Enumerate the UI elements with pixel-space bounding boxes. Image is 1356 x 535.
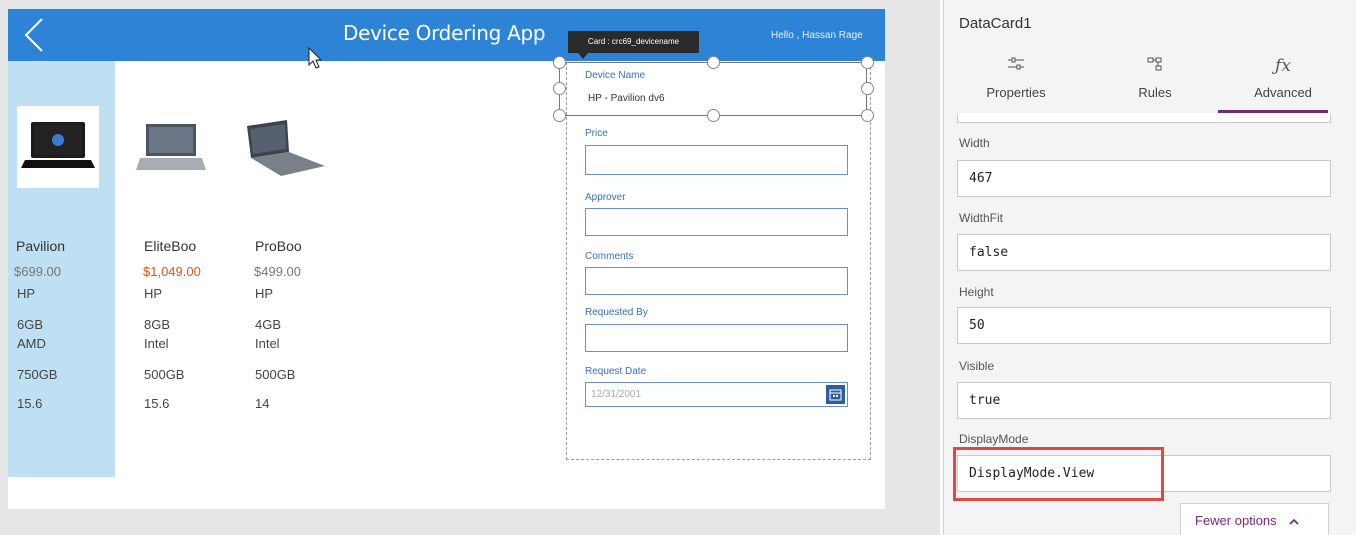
requested-by-label: Requested By <box>585 307 648 318</box>
visible-value-field[interactable]: true <box>957 382 1331 419</box>
canvas-area: Device Ordering App Hello , Hassan Rage … <box>0 0 940 535</box>
product-cpu: Intel <box>255 336 280 351</box>
approver-input[interactable] <box>585 208 848 236</box>
product-price: $699.00 <box>14 264 61 279</box>
approver-label: Approver <box>585 192 626 203</box>
laptop-image <box>17 106 99 188</box>
tab-label: Properties <box>986 85 1046 100</box>
card-tooltip: Card : crc69_devicename <box>568 31 699 53</box>
tab-properties[interactable]: Properties <box>966 52 1066 112</box>
property-label: WidthFit <box>959 211 1004 225</box>
calendar-icon[interactable] <box>826 385 845 404</box>
resize-handle[interactable] <box>553 109 566 122</box>
resize-handle[interactable] <box>553 82 566 95</box>
resize-handle[interactable] <box>861 82 874 95</box>
product-brand: HP <box>17 286 36 301</box>
properties-panel: DataCard1 Properties Rules ƒx Advanced W… <box>943 0 1356 535</box>
product-ram: 8GB <box>144 317 171 332</box>
resize-handle[interactable] <box>861 56 874 69</box>
app-screen: Device Ordering App Hello , Hassan Rage … <box>8 9 885 509</box>
tab-rules[interactable]: Rules <box>1105 52 1205 112</box>
product-brand: HP <box>144 286 163 301</box>
product-cpu: AMD <box>17 336 46 351</box>
product-storage: 750GB <box>17 367 58 382</box>
product-cpu: Intel <box>144 336 169 351</box>
product-price: $1,049.00 <box>143 264 201 279</box>
product-name: EliteBoo <box>144 238 197 254</box>
highlight-box <box>953 447 1164 501</box>
laptop-image <box>241 106 325 188</box>
widthfit-value-field[interactable]: false <box>957 234 1331 271</box>
resize-handle[interactable] <box>861 109 874 122</box>
selected-control-name: DataCard1 <box>959 15 1032 32</box>
height-value-field[interactable]: 50 <box>957 307 1331 344</box>
requested-by-input[interactable] <box>585 324 848 352</box>
product-storage: 500GB <box>255 367 296 382</box>
property-label: Visible <box>959 359 995 373</box>
greeting-text: Hello , Hassan Rage <box>771 30 863 41</box>
product-screen: 15.6 <box>144 396 170 411</box>
comments-input[interactable] <box>585 267 848 295</box>
tab-label: Rules <box>1138 85 1172 100</box>
sliders-icon <box>966 56 1066 77</box>
fewer-options-label: Fewer options <box>1195 513 1277 528</box>
property-list: Width 467 WidthFit false Height 50 Visib… <box>944 113 1356 535</box>
resize-handle[interactable] <box>707 56 720 69</box>
property-label: Height <box>959 285 994 299</box>
resize-handle[interactable] <box>553 56 566 69</box>
request-date-label: Request Date <box>585 366 647 377</box>
rules-icon <box>1105 56 1205 77</box>
product-name: Pavilion <box>16 238 66 254</box>
comments-label: Comments <box>585 251 634 262</box>
app-title: Device Ordering App <box>343 21 546 45</box>
product-ram: 6GB <box>17 317 44 332</box>
tab-advanced[interactable]: ƒx Advanced <box>1233 52 1333 112</box>
app-header: Device Ordering App Hello , Hassan Rage <box>8 9 885 61</box>
product-storage: 500GB <box>144 367 185 382</box>
request-date-placeholder: 12/31/2001 <box>591 389 642 400</box>
product-brand: HP <box>255 286 274 301</box>
property-label: Width <box>959 136 990 150</box>
back-arrow-icon[interactable] <box>16 15 56 55</box>
tooltip-arrow <box>578 53 588 59</box>
width-value-field[interactable]: 467 <box>957 160 1331 197</box>
product-name: ProBoo <box>255 238 302 254</box>
fewer-options-button[interactable]: Fewer options <box>1180 503 1329 535</box>
price-input[interactable] <box>585 145 848 175</box>
property-value-box[interactable] <box>957 113 1331 123</box>
device-name-label: Device Name <box>585 70 646 81</box>
product-screen: 15.6 <box>17 396 43 411</box>
device-name-value: HP - Pavilion dv6 <box>588 93 665 104</box>
product-price: $499.00 <box>254 264 301 279</box>
chevron-up-icon <box>1289 518 1299 525</box>
resize-handle[interactable] <box>707 109 720 122</box>
mouse-cursor-icon <box>308 47 323 69</box>
request-date-picker[interactable]: 12/31/2001 <box>585 382 848 407</box>
tab-label: Advanced <box>1254 85 1312 100</box>
property-label: DisplayMode <box>959 432 1029 446</box>
laptop-image <box>130 106 212 188</box>
price-label: Price <box>585 128 608 139</box>
product-screen: 14 <box>255 396 270 411</box>
fx-icon: ƒx <box>1275 56 1291 76</box>
product-ram: 4GB <box>255 317 282 332</box>
